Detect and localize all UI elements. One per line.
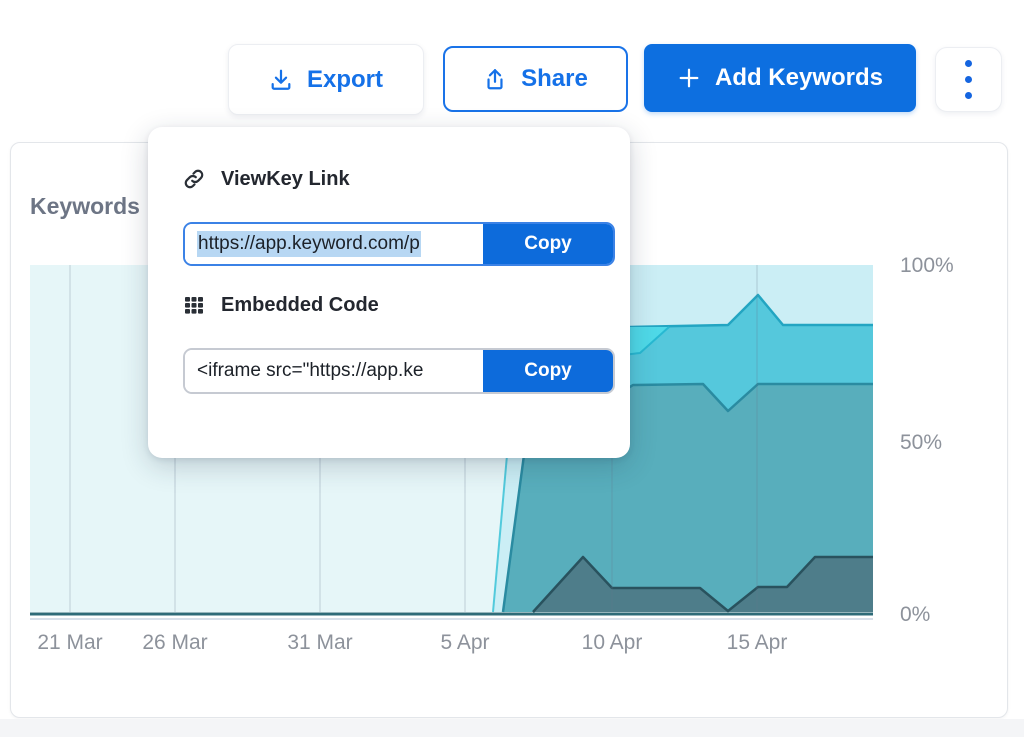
viewkey-link-row: ViewKey Link <box>182 167 350 191</box>
x-axis-label: 15 Apr <box>727 631 788 655</box>
add-keywords-button[interactable]: Add Keywords <box>644 44 916 112</box>
viewkey-link-value: https://app.keyword.com/p <box>197 231 421 257</box>
more-options-button[interactable] <box>935 47 1002 112</box>
plus-icon <box>677 66 701 90</box>
y-axis-label: 100% <box>900 254 954 278</box>
embedded-code-title: Embedded Code <box>221 294 379 317</box>
link-icon <box>182 167 206 191</box>
embed-copy-button[interactable]: Copy <box>483 350 613 392</box>
x-axis-label: 10 Apr <box>582 631 643 655</box>
x-axis-label: 5 Apr <box>440 631 489 655</box>
x-axis-label: 31 Mar <box>287 631 352 655</box>
viewkey-copy-button[interactable]: Copy <box>483 224 613 264</box>
y-axis-label: 50% <box>900 431 942 455</box>
add-keywords-label: Add Keywords <box>715 64 883 92</box>
page-bottom-strip <box>0 719 1024 737</box>
share-label: Share <box>521 65 588 93</box>
embedded-code-input-group: <iframe src="https://app.ke Copy <box>183 348 615 394</box>
embedded-code-input[interactable]: <iframe src="https://app.ke <box>185 350 483 392</box>
card-title: Keywords <box>30 193 140 220</box>
share-button[interactable]: Share <box>443 46 628 112</box>
viewkey-link-input[interactable]: https://app.keyword.com/p <box>185 224 483 264</box>
viewkey-link-title: ViewKey Link <box>221 168 350 191</box>
export-label: Export <box>307 66 383 94</box>
download-icon <box>269 68 293 92</box>
embedded-code-value: <iframe src="https://app.ke <box>197 360 423 382</box>
viewkey-link-input-group: https://app.keyword.com/p Copy <box>183 222 615 266</box>
embedded-code-row: Embedded Code <box>182 293 379 317</box>
kebab-icon <box>965 60 972 99</box>
y-axis-label: 0% <box>900 603 930 627</box>
share-popover: ViewKey Link https://app.keyword.com/p C… <box>148 127 630 458</box>
x-axis-label: 21 Mar <box>37 631 102 655</box>
x-axis-label: 26 Mar <box>142 631 207 655</box>
share-icon <box>483 67 507 91</box>
grid-icon <box>182 293 206 317</box>
export-button[interactable]: Export <box>228 44 424 115</box>
